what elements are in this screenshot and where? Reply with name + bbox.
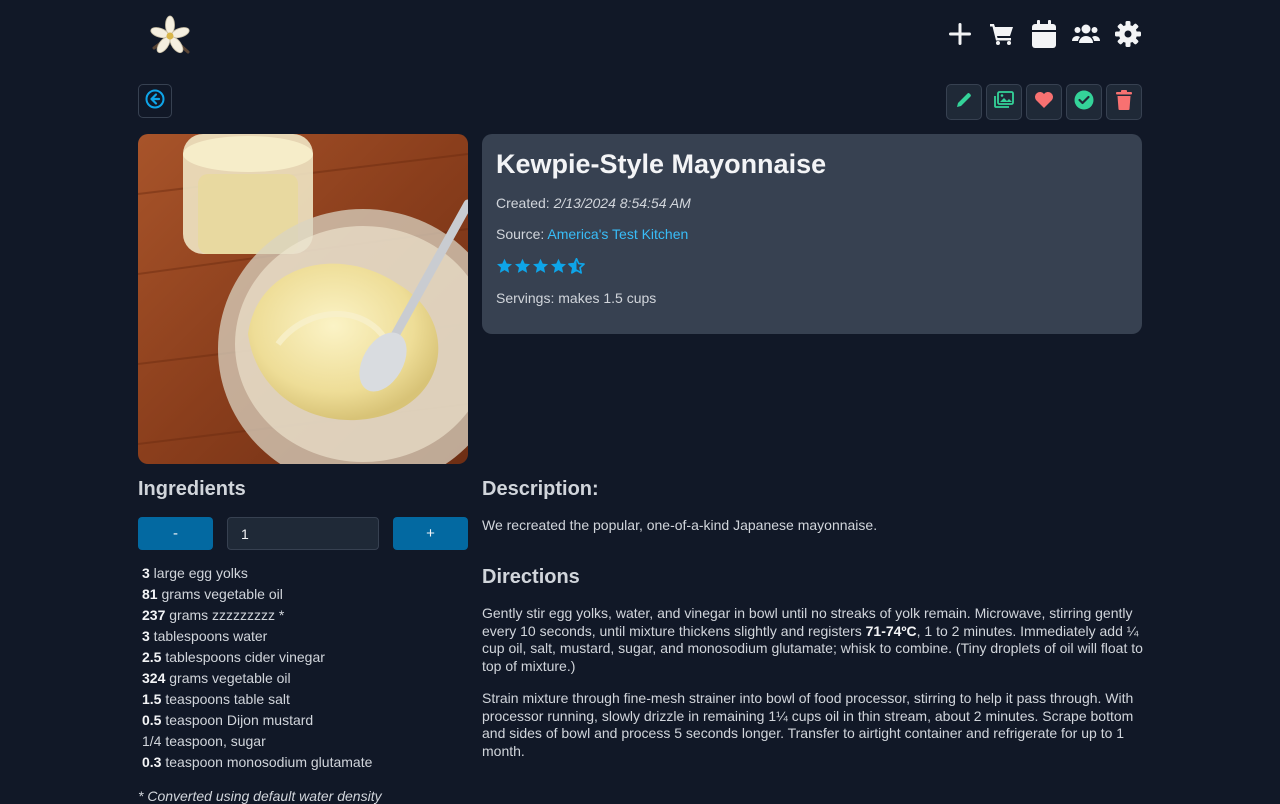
ingredient-item: 3 tablespoons water: [142, 626, 372, 647]
ingredient-item: 237 grams zzzzzzzzz *: [142, 605, 372, 626]
gear-icon[interactable]: [1114, 20, 1142, 48]
ingredient-text: grams vegetable oil: [157, 586, 283, 602]
star-icon[interactable]: [532, 258, 549, 279]
star-icon[interactable]: [514, 258, 531, 279]
source-link[interactable]: America's Test Kitchen: [547, 226, 688, 242]
ingredient-item: 1/4 teaspoon, sugar: [142, 731, 372, 752]
created-row: Created: 2/13/2024 8:54:54 AM: [496, 195, 691, 211]
created-label: Created:: [496, 195, 550, 211]
calendar-icon[interactable]: [1030, 20, 1058, 48]
back-button[interactable]: [138, 84, 172, 118]
ingredient-text: 1/4 teaspoon, sugar: [142, 733, 266, 749]
arrow-left-circle-icon: [145, 89, 165, 114]
check-circle-icon: [1074, 90, 1094, 115]
ingredient-item: 3 large egg yolks: [142, 563, 372, 584]
ingredient-list: 3 large egg yolks 81 grams vegetable oil…: [142, 563, 372, 773]
ingredient-qty: 3: [142, 628, 150, 644]
ingredient-text: teaspoon monosodium glutamate: [161, 754, 373, 770]
ingredient-item: 2.5 tablespoons cider vinegar: [142, 647, 372, 668]
edit-button[interactable]: [946, 84, 982, 120]
ingredient-text: teaspoons table salt: [161, 691, 290, 707]
ingredient-item: 1.5 teaspoons table salt: [142, 689, 372, 710]
favorite-button[interactable]: [1026, 84, 1062, 120]
source-row: Source: America's Test Kitchen: [496, 226, 688, 242]
ingredient-item: 0.3 teaspoon monosodium glutamate: [142, 752, 372, 773]
mark-made-button[interactable]: [1066, 84, 1102, 120]
ingredient-text: tablespoons cider vinegar: [161, 649, 325, 665]
top-nav-icons: [946, 20, 1142, 48]
servings-value: makes 1.5 cups: [558, 290, 657, 306]
top-bar: [138, 12, 1142, 60]
delete-button[interactable]: [1106, 84, 1142, 120]
cart-icon[interactable]: [988, 20, 1016, 48]
heart-icon: [1034, 91, 1054, 114]
ingredient-qty: 324: [142, 670, 166, 686]
ingredient-qty: 0.3: [142, 754, 162, 770]
star-icon[interactable]: [496, 258, 513, 279]
ingredient-text: grams vegetable oil: [165, 670, 291, 686]
description-heading: Description:: [482, 478, 599, 500]
conversion-note: * Converted using default water density: [138, 788, 382, 804]
ingredients-heading: Ingredients: [138, 478, 246, 500]
scale-input[interactable]: [227, 517, 379, 550]
ingredient-item: 324 grams vegetable oil: [142, 668, 372, 689]
plus-icon[interactable]: [946, 20, 974, 48]
created-value: 2/13/2024 8:54:54 AM: [553, 195, 691, 211]
direction-temperature: 71-74ºC: [865, 622, 917, 639]
direction-step: Strain mixture through fine-mesh straine…: [482, 690, 1134, 759]
increase-scale-button[interactable]: +: [393, 517, 468, 550]
users-icon[interactable]: [1072, 20, 1100, 48]
ingredient-text: teaspoon Dijon mustard: [161, 712, 314, 728]
star-icon[interactable]: [550, 258, 567, 279]
recipe-actions: [946, 84, 1142, 120]
decrease-scale-button[interactable]: -: [138, 517, 213, 550]
ingredient-qty: 3: [142, 565, 150, 581]
servings-label: Servings:: [496, 290, 555, 306]
servings-row: Servings: makes 1.5 cups: [496, 290, 656, 306]
star-half-icon[interactable]: [568, 257, 585, 279]
description-text: We recreated the popular, one-of-a-kind …: [482, 517, 878, 533]
ingredient-text: tablespoons water: [149, 628, 268, 644]
ingredient-qty: 0.5: [142, 712, 162, 728]
ingredient-qty: 2.5: [142, 649, 162, 665]
rating-stars[interactable]: [496, 257, 585, 279]
directions-body: Gently stir egg yolks, water, and vinega…: [482, 605, 1144, 775]
pencil-icon: [955, 91, 973, 114]
recipe-photo: [138, 134, 468, 464]
ingredient-item: 81 grams vegetable oil: [142, 584, 372, 605]
recipe-title: Kewpie-Style Mayonnaise: [496, 149, 827, 179]
app-logo[interactable]: [144, 14, 196, 58]
gallery-button[interactable]: [986, 84, 1022, 120]
ingredient-qty: 1.5: [142, 691, 162, 707]
ingredient-text: grams zzzzzzzzz *: [165, 607, 285, 623]
source-label: Source:: [496, 226, 545, 242]
recipe-info-card: Kewpie-Style Mayonnaise Created: 2/13/20…: [482, 134, 1142, 334]
direction-step: Gently stir egg yolks, water, and vinega…: [482, 605, 1144, 675]
ingredient-item: 0.5 teaspoon Dijon mustard: [142, 710, 372, 731]
ingredient-qty: 237: [142, 607, 166, 623]
trash-icon: [1116, 89, 1132, 115]
directions-heading: Directions: [482, 566, 580, 588]
ingredient-text: large egg yolks: [149, 565, 248, 581]
images-icon: [994, 90, 1014, 114]
ingredient-qty: 81: [142, 586, 158, 602]
